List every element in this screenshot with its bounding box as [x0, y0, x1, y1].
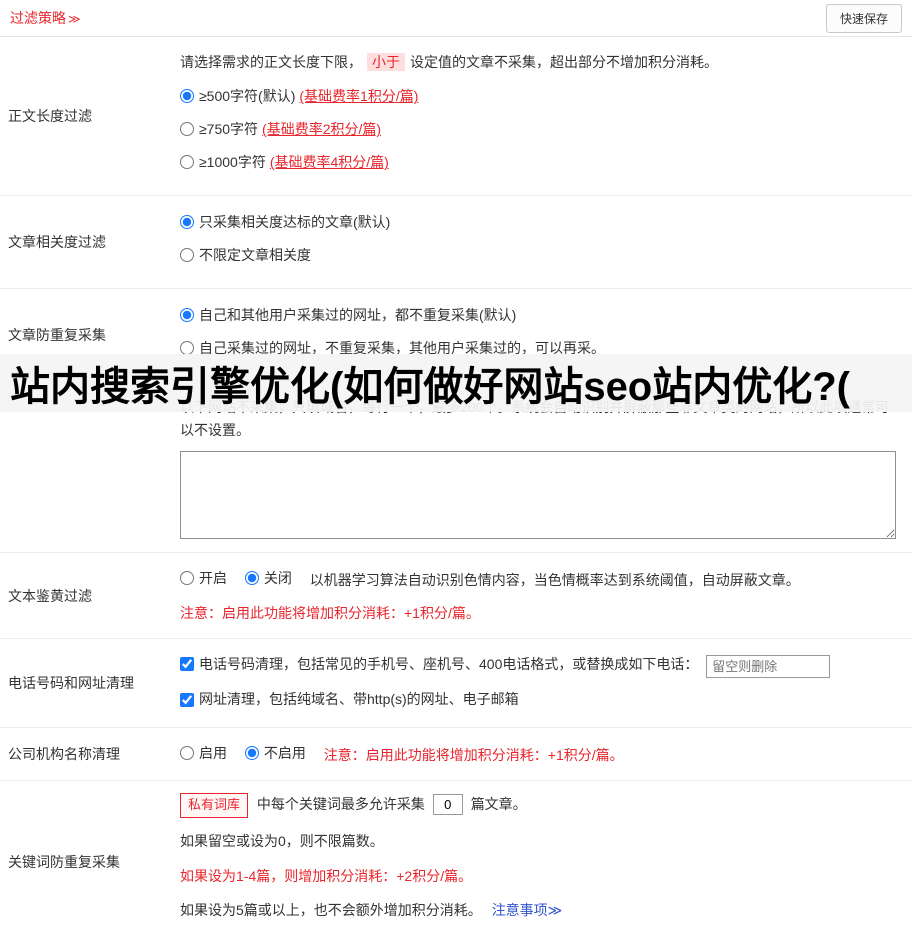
length-option-500-label: ≥500字符(默认): [199, 88, 296, 105]
url-clean-label: 网址清理，包括纯域名、带http(s)的网址、电子邮箱: [199, 691, 519, 708]
url-clean-line: 网址清理，包括纯域名、带http(s)的网址、电子邮箱: [180, 688, 902, 713]
company-clean-note: 注意：启用此功能将增加积分消耗：+1积分/篇。: [323, 747, 624, 764]
row-content: 私有词库 中每个关键词最多允许采集 篇文章。 如果留空或设为0，则不限篇数。 如…: [180, 781, 912, 943]
company-clean-enable-option[interactable]: 启用: [180, 742, 227, 764]
header-bar: 过滤策略 ≫ 快速保存: [0, 0, 912, 37]
row-keyword-dedupe: 关键词防重复采集 私有词库 中每个关键词最多允许采集 篇文章。 如果留空或设为0…: [0, 781, 912, 943]
relevance-option-any-radio[interactable]: [180, 248, 194, 263]
company-clean-line: 启用 不启用 注意：启用此功能将增加积分消耗：+1积分/篇。: [180, 742, 902, 767]
porn-filter-off-option[interactable]: 关闭: [244, 567, 292, 589]
replacement-phone-input[interactable]: [706, 655, 831, 679]
phone-clean-option[interactable]: 电话号码清理，包括常见的手机号、座机号、400电话格式，或替换成如下电话：: [180, 653, 698, 675]
length-intro-line: 请选择需求的正文长度下限， 小于 设定值的文章不采集，超出部分不增加积分消耗。: [180, 51, 902, 73]
keyword-note-1-4: 如果设为1-4篇，则增加积分消耗：+2积分/篇。: [180, 867, 473, 884]
porn-filter-on-option[interactable]: 开启: [180, 567, 227, 589]
keyword-note-5plus-line: 如果设为5篇或以上，也不会额外增加积分消耗。 注意事项≫: [180, 899, 902, 921]
row-label-phone-url-clean: 电话号码和网址清理: [8, 675, 134, 692]
porn-filter-options-line: 开启 关闭 以机器学习算法自动识别色情内容，当色情概率达到系统阈值，自动屏蔽文章…: [180, 567, 902, 592]
blocked-sites-textarea[interactable]: [180, 451, 896, 540]
keyword-note-zero: 如果留空或设为0，则不限篇数。: [180, 833, 384, 850]
company-clean-disable-option[interactable]: 不启用: [244, 742, 306, 764]
dedupe-option-global[interactable]: 自己和其他用户采集过的网址，都不重复采集(默认): [180, 305, 902, 325]
overlay-headline-banner: 站内搜索引擎优化(如何做好网站seo站内优化?(: [0, 354, 912, 412]
row-content-length-filter: 正文长度过滤 请选择需求的正文长度下限， 小于 设定值的文章不采集，超出部分不增加积…: [0, 37, 912, 197]
porn-filter-on-label: 开启: [199, 570, 227, 587]
keyword-limit-text-end: 篇文章。: [470, 796, 527, 813]
company-clean-disable-label: 不启用: [263, 744, 306, 761]
phone-clean-label: 电话号码清理，包括常见的手机号、座机号、400电话格式，或替换成如下电话：: [199, 656, 699, 673]
porn-filter-off-radio[interactable]: [244, 571, 259, 586]
keyword-limit-text: 中每个关键词最多允许采集: [256, 796, 425, 813]
length-option-500-radio[interactable]: [180, 89, 194, 104]
company-clean-disable-radio[interactable]: [244, 746, 259, 761]
row-content: 电话号码清理，包括常见的手机号、座机号、400电话格式，或替换成如下电话： 网址…: [180, 639, 912, 727]
row-label-keyword-dedupe: 关键词防重复采集: [8, 854, 120, 871]
filter-strategy-title[interactable]: 过滤策略 ≫: [10, 8, 81, 28]
length-option-750-radio[interactable]: [180, 122, 194, 137]
row-content: 只采集相关度达标的文章(默认) 不限定文章相关度: [180, 196, 912, 288]
porn-filter-note: 注意：启用此功能将增加积分消耗：+1积分/篇。: [180, 604, 480, 621]
row-content: 请选择需求的正文长度下限， 小于 设定值的文章不采集，超出部分不增加积分消耗。 ≥5…: [180, 37, 912, 195]
length-option-750[interactable]: ≥750字符 (基础费率2积分/篇): [180, 119, 902, 139]
company-clean-enable-radio[interactable]: [180, 746, 194, 761]
row-label-content-length: 正文长度过滤: [8, 108, 92, 125]
relevance-option-strict[interactable]: 只采集相关度达标的文章(默认): [180, 212, 902, 232]
keyword-limit-count-input[interactable]: [432, 794, 463, 816]
row-label-porn-filter: 文本鉴黄过滤: [8, 587, 92, 604]
length-option-1000-label: ≥1000字符: [199, 154, 266, 171]
row-porn-filter: 文本鉴黄过滤 开启 关闭 以机器学习算法自动识别色情内容，当色情概率达到系统阈值…: [0, 553, 912, 640]
length-option-500-fee-link[interactable]: (基础费率1积分/篇): [299, 86, 418, 106]
row-company-clean: 公司机构名称清理 启用 不启用 注意：启用此功能将增加积分消耗：+1积分/篇。: [0, 728, 912, 782]
length-option-750-fee-link[interactable]: (基础费率2积分/篇): [262, 119, 381, 139]
dedupe-option-global-radio[interactable]: [180, 308, 194, 323]
phone-clean-checkbox[interactable]: [180, 657, 194, 672]
row-phone-url-clean: 电话号码和网址清理 电话号码清理，包括常见的手机号、座机号、400电话格式，或替…: [0, 639, 912, 728]
overlay-headline-text: 站内搜索引擎优化(如何做好网站seo站内优化?(: [10, 365, 850, 409]
keyword-limit-line: 私有词库 中每个关键词最多允许采集 篇文章。: [180, 793, 902, 819]
row-content: 开启 关闭 以机器学习算法自动识别色情内容，当色情概率达到系统阈值，自动屏蔽文章…: [180, 553, 912, 638]
length-option-1000[interactable]: ≥1000字符 (基础费率4积分/篇): [180, 152, 902, 172]
length-intro-post: 设定值的文章不采集，超出部分不增加积分消耗。: [410, 54, 718, 70]
private-lexicon-tag[interactable]: 私有词库: [180, 793, 249, 819]
row-content: 启用 不启用 注意：启用此功能将增加积分消耗：+1积分/篇。: [180, 728, 912, 781]
length-option-1000-radio[interactable]: [180, 155, 194, 170]
porn-filter-on-radio[interactable]: [180, 571, 194, 586]
length-intro-highlight: 小于: [367, 53, 405, 71]
porn-filter-off-label: 关闭: [263, 570, 292, 587]
company-clean-enable-label: 启用: [199, 744, 227, 761]
url-clean-checkbox[interactable]: [180, 692, 194, 707]
url-clean-option[interactable]: 网址清理，包括纯域名、带http(s)的网址、电子邮箱: [180, 688, 519, 710]
relevance-option-any[interactable]: 不限定文章相关度: [180, 245, 902, 265]
relevance-option-strict-radio[interactable]: [180, 215, 194, 230]
length-option-1000-fee-link[interactable]: (基础费率4积分/篇): [270, 152, 389, 172]
length-option-750-label: ≥750字符: [199, 121, 259, 138]
relevance-option-any-label: 不限定文章相关度: [199, 247, 311, 264]
row-label-company-clean: 公司机构名称清理: [8, 746, 120, 763]
dedupe-option-global-label: 自己和其他用户采集过的网址，都不重复采集(默认): [199, 307, 517, 324]
chevron-double-icon: ≫: [68, 12, 81, 26]
length-option-500[interactable]: ≥500字符(默认) (基础费率1积分/篇): [180, 86, 902, 106]
notice-link[interactable]: 注意事项≫: [492, 902, 563, 918]
row-relevance-filter: 文章相关度过滤 只采集相关度达标的文章(默认) 不限定文章相关度: [0, 196, 912, 290]
phone-clean-line: 电话号码清理，包括常见的手机号、座机号、400电话格式，或替换成如下电话：: [180, 653, 902, 679]
filter-strategy-label: 过滤策略: [10, 10, 66, 26]
keyword-note-5plus: 如果设为5篇或以上，也不会额外增加积分消耗。: [180, 902, 482, 919]
length-intro-pre: 请选择需求的正文长度下限，: [180, 54, 362, 70]
relevance-option-strict-label: 只采集相关度达标的文章(默认): [199, 214, 391, 231]
porn-filter-description: 以机器学习算法自动识别色情内容，当色情概率达到系统阈值，自动屏蔽文章。: [309, 572, 800, 589]
quick-save-button[interactable]: 快速保存: [825, 3, 902, 33]
row-label-relevance: 文章相关度过滤: [8, 234, 106, 251]
